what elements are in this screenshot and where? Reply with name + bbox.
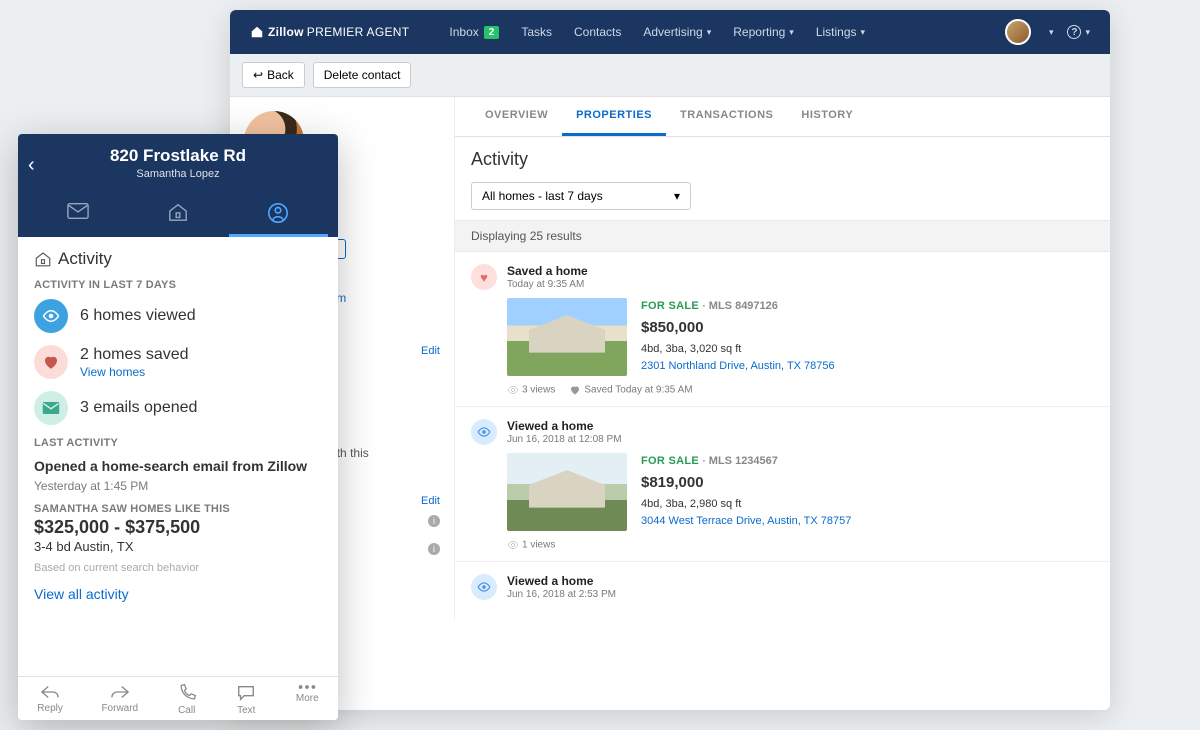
call-button[interactable]: Call [177, 683, 197, 716]
brand-sub: PREMIER AGENT [307, 25, 410, 39]
brand-logo[interactable]: Zillow PREMIER AGENT [250, 25, 409, 39]
nav-contacts[interactable]: Contacts [574, 25, 621, 39]
heart-icon: ♥ [471, 264, 497, 290]
view-homes-link[interactable]: View homes [80, 365, 189, 379]
activity-heading: Activity [455, 137, 1110, 176]
activity-time: Jun 16, 2018 at 12:08 PM [507, 434, 1094, 445]
forward-button[interactable]: Forward [101, 683, 138, 716]
chevron-down-icon: ▾ [861, 27, 866, 38]
text-button[interactable]: Text [235, 683, 257, 716]
activity-filter-dropdown[interactable]: All homes - last 7 days ▾ [471, 182, 691, 210]
views-meta: 1 views [507, 539, 555, 551]
listing-address[interactable]: 3044 West Terrace Drive, Austin, TX 7875… [641, 513, 851, 530]
info-icon[interactable]: i [428, 515, 440, 527]
results-count: Displaying 25 results [455, 220, 1110, 252]
action-toolbar: ↩Back Delete contact [230, 54, 1110, 96]
views-meta: 3 views [507, 384, 555, 396]
eye-icon [471, 574, 497, 600]
brand-main: Zillow [268, 25, 304, 39]
edit-link[interactable]: Edit [421, 345, 440, 357]
listing-specs: 4bd, 3ba, 3,020 sq ft [641, 341, 835, 358]
chevron-down-icon[interactable]: ▾ [1049, 27, 1054, 38]
chevron-down-icon: ▾ [707, 27, 712, 38]
mobile-row-saved: 2 homes saved View homes [34, 345, 322, 379]
nav-inbox[interactable]: Inbox 2 [449, 25, 499, 39]
listing-thumbnail[interactable] [507, 298, 627, 376]
info-icon[interactable]: i [428, 543, 440, 555]
mail-icon [34, 391, 68, 425]
mobile-tab-home[interactable] [129, 192, 228, 237]
listing-specs: 4bd, 3ba, 2,980 sq ft [641, 496, 851, 513]
mobile-contact-name: Samantha Lopez [28, 168, 328, 180]
activity-panel: OVERVIEW PROPERTIES TRANSACTIONS HISTORY… [455, 97, 1110, 620]
activity-time: Today at 9:35 AM [507, 279, 1094, 290]
top-nav: Zillow PREMIER AGENT Inbox 2 Tasks Conta… [230, 10, 1110, 54]
chevron-down-icon: ▾ [789, 27, 794, 38]
mobile-section-label: ACTIVITY IN LAST 7 DAYS [34, 279, 322, 291]
edit-link[interactable]: Edit [421, 495, 440, 507]
saved-meta: Saved Today at 9:35 AM [569, 384, 692, 396]
activity-title: Saved a home [507, 264, 1094, 278]
mobile-tab-mail[interactable] [29, 192, 128, 237]
mobile-body: Activity ACTIVITY IN LAST 7 DAYS 6 homes… [18, 237, 338, 676]
listing-address[interactable]: 2301 Northland Drive, Austin, TX 78756 [641, 358, 835, 375]
activity-title: Viewed a home [507, 419, 1094, 433]
back-arrow-icon: ↩ [253, 68, 263, 82]
activity-item: Viewed a home Jun 16, 2018 at 12:08 PM F… [455, 407, 1110, 562]
listing-price: $850,000 [641, 317, 835, 340]
heart-icon [34, 345, 68, 379]
mobile-activity-heading: Activity [34, 249, 322, 269]
tab-properties[interactable]: PROPERTIES [562, 97, 666, 136]
nav-tasks[interactable]: Tasks [521, 25, 552, 39]
chevron-down-icon: ▾ [674, 189, 680, 203]
mobile-row-emails: 3 emails opened [34, 391, 322, 425]
listing-price: $819,000 [641, 472, 851, 495]
desktop-window: Zillow PREMIER AGENT Inbox 2 Tasks Conta… [230, 10, 1110, 710]
listing-thumbnail[interactable] [507, 453, 627, 531]
home-icon [34, 250, 52, 268]
delete-contact-button[interactable]: Delete contact [313, 62, 412, 88]
activity-time: Jun 16, 2018 at 2:53 PM [507, 589, 1094, 600]
help-icon[interactable]: ?▾ [1067, 25, 1090, 39]
tab-overview[interactable]: OVERVIEW [471, 97, 562, 136]
mobile-header: ‹ 820 Frostlake Rd Samantha Lopez [18, 134, 338, 237]
more-button[interactable]: More [296, 683, 319, 716]
back-button[interactable]: ↩Back [242, 62, 305, 88]
mobile-address: 820 Frostlake Rd [28, 146, 328, 166]
tab-transactions[interactable]: TRANSACTIONS [666, 97, 787, 136]
mobile-row-viewed: 6 homes viewed [34, 299, 322, 333]
mobile-section-label: LAST ACTIVITY [34, 437, 322, 449]
mobile-last-activity: Opened a home-search email from Zillow Y… [34, 457, 322, 574]
activity-item: Viewed a home Jun 16, 2018 at 2:53 PM [455, 562, 1110, 610]
nav-listings[interactable]: Listings▾ [816, 25, 865, 39]
inbox-badge: 2 [484, 26, 500, 39]
mobile-tab-person[interactable] [229, 192, 328, 237]
nav-reporting[interactable]: Reporting▾ [733, 25, 794, 39]
tab-history[interactable]: HISTORY [787, 97, 867, 136]
eye-icon [471, 419, 497, 445]
activity-item: ♥ Saved a home Today at 9:35 AM FOR SALE… [455, 252, 1110, 407]
reply-button[interactable]: Reply [37, 683, 63, 716]
nav-advertising[interactable]: Advertising▾ [643, 25, 711, 39]
mobile-panel: ‹ 820 Frostlake Rd Samantha Lopez Activi… [18, 134, 338, 720]
mobile-footer: Reply Forward Call Text More [18, 676, 338, 720]
user-avatar[interactable] [1005, 19, 1031, 45]
detail-tabs: OVERVIEW PROPERTIES TRANSACTIONS HISTORY [455, 97, 1110, 137]
activity-title: Viewed a home [507, 574, 1094, 588]
price-range: $325,000 - $375,500 [34, 517, 322, 538]
eye-icon [34, 299, 68, 333]
view-all-activity-link[interactable]: View all activity [34, 586, 322, 602]
